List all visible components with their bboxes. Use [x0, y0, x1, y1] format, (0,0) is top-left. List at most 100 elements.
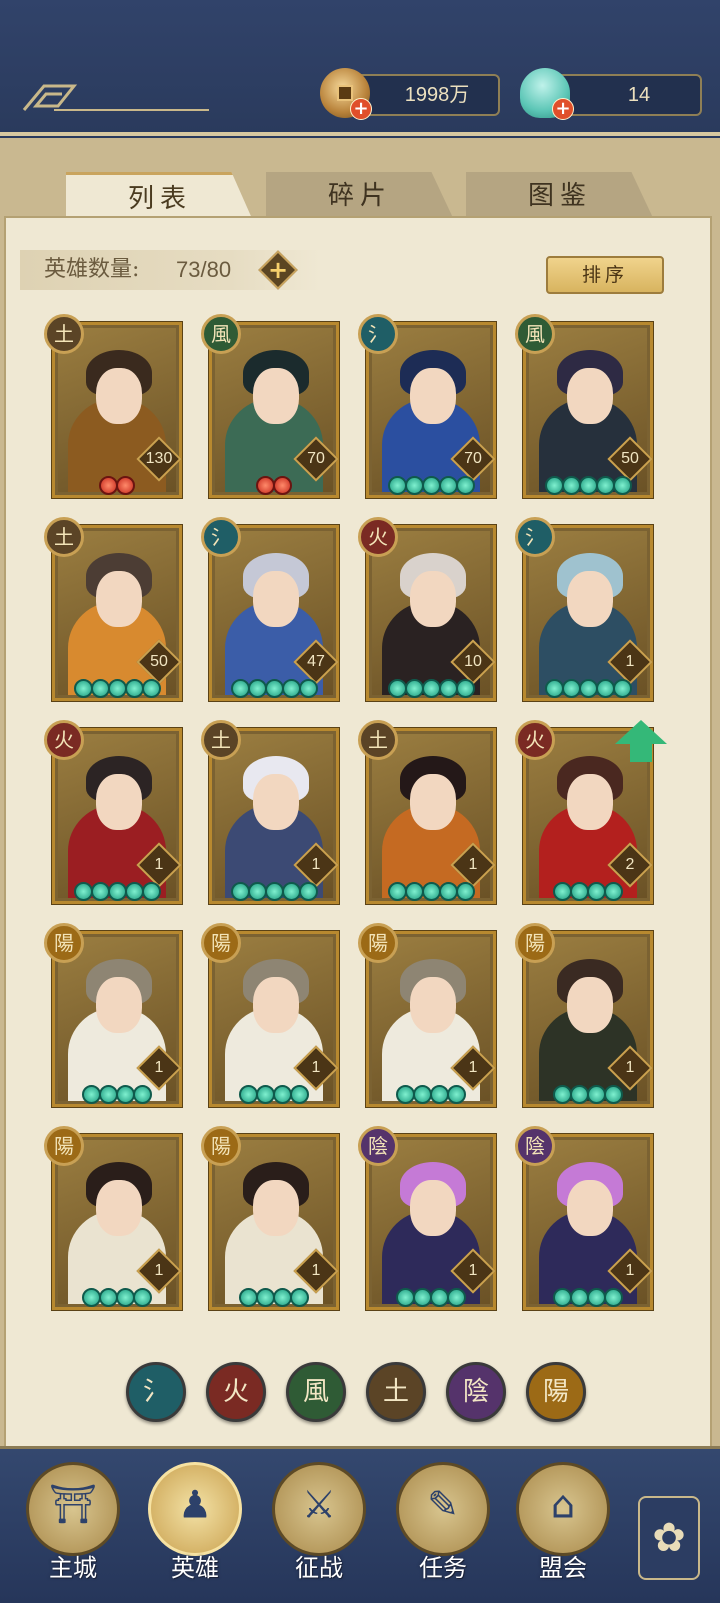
hero-face — [253, 571, 299, 627]
hero-level: 47 — [307, 653, 325, 670]
star-orb-icon — [387, 679, 407, 698]
star-orb-icon — [298, 882, 318, 901]
upgrade-arrow-icon — [615, 720, 667, 744]
star-orb-icon — [544, 476, 564, 495]
hero-level: 50 — [150, 653, 168, 670]
back-ornament-icon[interactable] — [14, 80, 209, 114]
hero-face — [96, 1180, 142, 1236]
star-orb-icon — [247, 882, 267, 901]
star-orb-icon — [107, 679, 127, 698]
coin-add-button[interactable]: + — [350, 98, 372, 120]
hero-level: 70 — [464, 450, 482, 467]
jade-add-button[interactable]: + — [552, 98, 574, 120]
star-orb-icon — [447, 1085, 466, 1104]
element-badge-yang: 陽 — [515, 923, 555, 963]
hero-star-row — [212, 1085, 336, 1107]
hero-star-row — [55, 1085, 179, 1107]
menu-flower-icon[interactable]: ✿ — [638, 1496, 700, 1580]
nav-alliance-pavilion-button[interactable]: ⌂ — [516, 1462, 610, 1556]
battle-scroll-icon: ⚔ — [301, 1482, 337, 1527]
star-orb-icon — [230, 679, 250, 698]
hero-level: 2 — [625, 856, 635, 873]
hero-face — [410, 571, 456, 627]
filter-water-button[interactable]: 氵 — [126, 1362, 186, 1422]
hero-face — [253, 977, 299, 1033]
sort-button[interactable]: 排序 — [546, 256, 664, 294]
quest-book-icon: ✎ — [427, 1482, 459, 1527]
nav-hero-portrait-button[interactable]: ♟ — [148, 1462, 242, 1556]
alliance-pavilion-icon: ⌂ — [550, 1482, 576, 1527]
star-orb-icon — [447, 1288, 466, 1307]
nav-city-gate-button[interactable]: ⛩ — [26, 1462, 120, 1556]
hero-star-row — [526, 882, 650, 904]
hero-star-row — [55, 476, 179, 498]
element-badge-fire: 火 — [358, 517, 398, 557]
top-bar-divider — [0, 132, 720, 136]
star-orb-icon — [604, 882, 623, 901]
hero-star-row — [369, 1085, 493, 1107]
star-orb-icon — [116, 476, 135, 495]
star-orb-icon — [124, 679, 144, 698]
tab-codex[interactable]: 图鉴 — [466, 172, 654, 220]
nav-battle-scroll-button[interactable]: ⚔ — [272, 1462, 366, 1556]
element-badge-earth: 土 — [44, 517, 84, 557]
element-badge-earth: 土 — [44, 314, 84, 354]
element-badge-fire: 火 — [515, 720, 555, 760]
element-badge-yang: 陽 — [201, 923, 241, 963]
hero-star-row — [369, 882, 493, 904]
element-badge-earth: 土 — [358, 720, 398, 760]
hero-star-row — [526, 1288, 650, 1310]
hero-star-row — [55, 679, 179, 701]
hero-star-row — [526, 476, 650, 498]
hero-count-value: 73/80 — [176, 257, 232, 282]
element-badge-yang: 陽 — [44, 1126, 84, 1166]
star-orb-icon — [455, 679, 475, 698]
star-orb-icon — [124, 882, 144, 901]
element-badge-water: 氵 — [358, 314, 398, 354]
star-orb-icon — [604, 1085, 623, 1104]
star-orb-icon — [438, 882, 458, 901]
star-orb-icon — [90, 679, 110, 698]
element-badge-yin: 陰 — [515, 1126, 555, 1166]
star-orb-icon — [141, 679, 161, 698]
star-orb-icon — [438, 679, 458, 698]
star-orb-icon — [421, 679, 441, 698]
filter-fire-button[interactable]: 火 — [206, 1362, 266, 1422]
nav-label: 征战 — [295, 1554, 343, 1582]
element-badge-yin: 陰 — [358, 1126, 398, 1166]
hero-level: 130 — [145, 450, 173, 467]
hero-level: 10 — [464, 653, 482, 670]
star-orb-icon — [387, 476, 407, 495]
star-orb-icon — [281, 679, 301, 698]
nav-label: 盟会 — [539, 1554, 587, 1582]
star-orb-icon — [404, 882, 424, 901]
hero-star-row — [55, 1288, 179, 1310]
star-orb-icon — [387, 882, 407, 901]
element-badge-yang: 陽 — [44, 923, 84, 963]
star-orb-icon — [141, 882, 161, 901]
star-orb-icon — [107, 882, 127, 901]
star-orb-icon — [404, 476, 424, 495]
star-orb-icon — [612, 476, 632, 495]
star-orb-icon — [604, 1288, 623, 1307]
hero-face — [253, 774, 299, 830]
hero-star-row — [369, 679, 493, 701]
element-badge-water: 氵 — [201, 517, 241, 557]
hero-face — [410, 1180, 456, 1236]
hero-face — [96, 368, 142, 424]
filter-yang-button[interactable]: 陽 — [526, 1362, 586, 1422]
star-orb-icon — [264, 679, 284, 698]
nav-label: 主城 — [49, 1554, 97, 1582]
tab-fragments[interactable]: 碎片 — [266, 172, 454, 220]
hero-face — [410, 368, 456, 424]
element-badge-wind: 風 — [201, 314, 241, 354]
star-orb-icon — [561, 679, 581, 698]
filter-earth-button[interactable]: 土 — [366, 1362, 426, 1422]
element-badge-yang: 陽 — [358, 923, 398, 963]
filter-yin-button[interactable]: 陰 — [446, 1362, 506, 1422]
star-orb-icon — [230, 882, 250, 901]
hero-face — [410, 774, 456, 830]
filter-wind-button[interactable]: 風 — [286, 1362, 346, 1422]
hero-level: 1 — [625, 1059, 635, 1076]
nav-quest-book-button[interactable]: ✎ — [396, 1462, 490, 1556]
